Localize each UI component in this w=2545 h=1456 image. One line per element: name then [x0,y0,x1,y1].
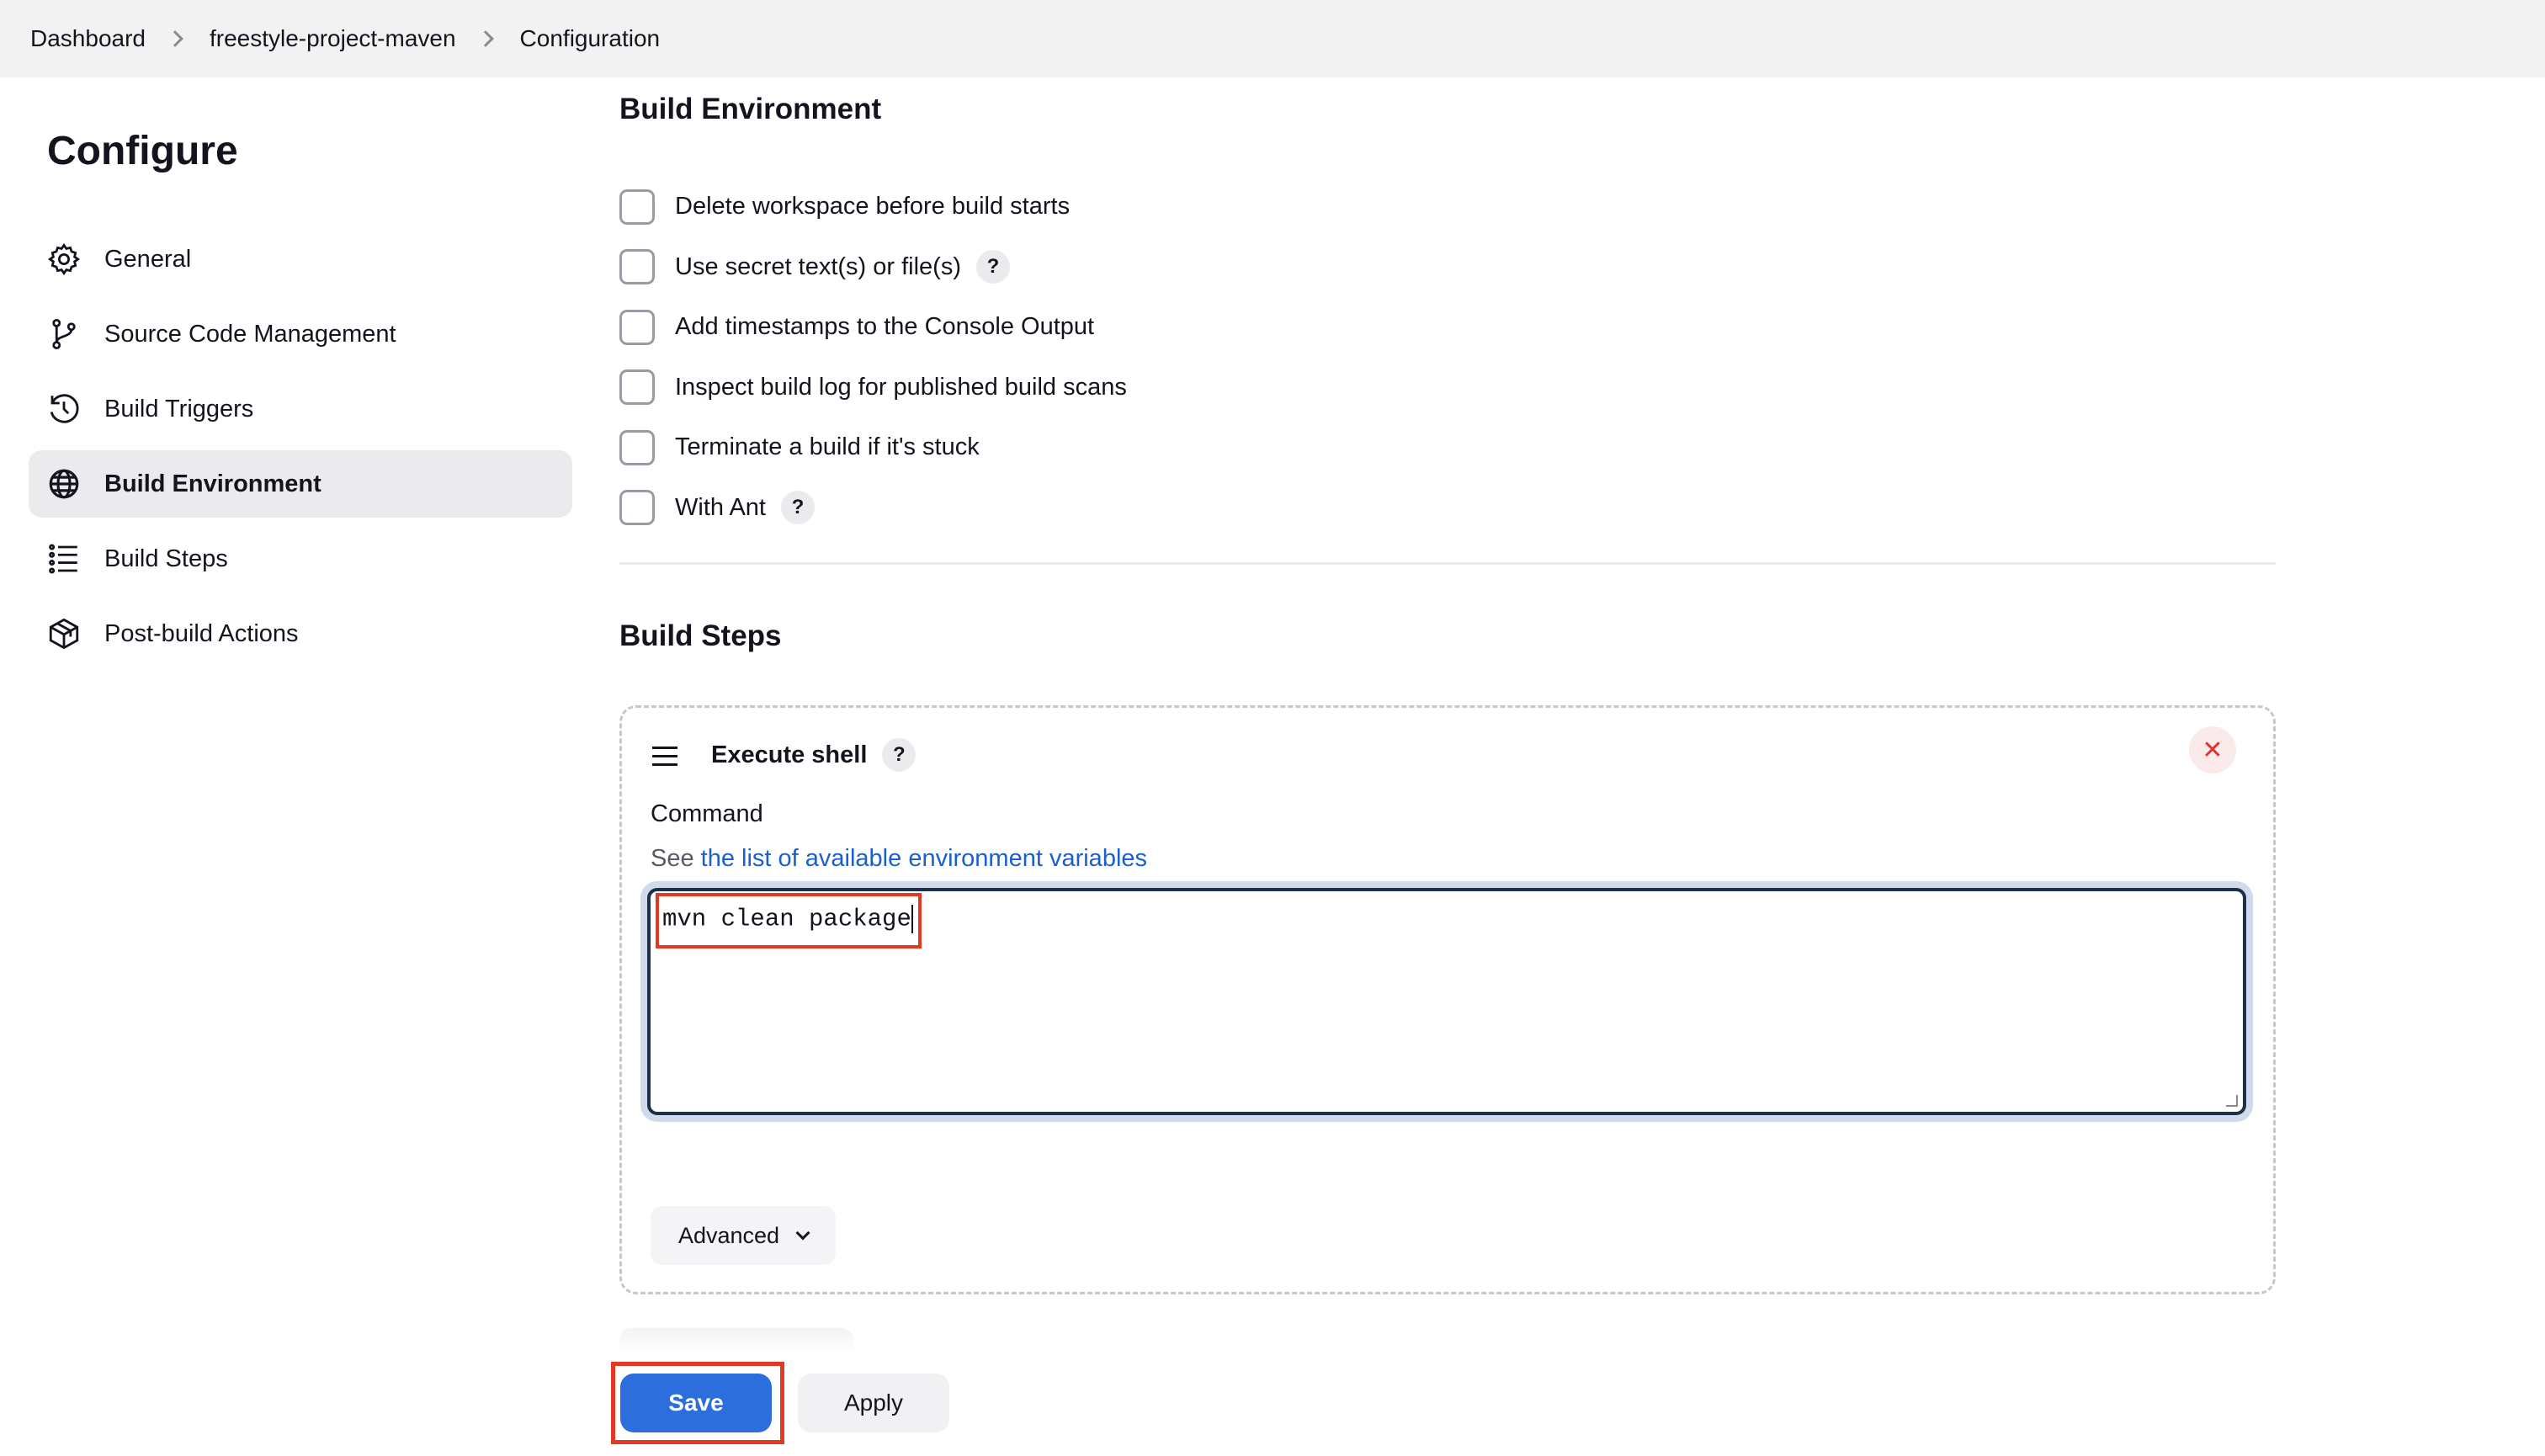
option-label: Inspect build log for published build sc… [675,373,1127,401]
page-title: Configure [47,129,238,173]
breadcrumb-project[interactable]: freestyle-project-maven [210,25,456,52]
globe-icon [45,465,82,502]
breadcrumb: Dashboard freestyle-project-maven Config… [0,0,2545,77]
sidebar-item-post-build-actions[interactable]: Post-build Actions [29,600,572,667]
help-icon[interactable]: ? [882,738,917,772]
help-icon[interactable]: ? [781,491,815,525]
build-steps-heading: Build Steps [619,619,782,652]
chevron-down-icon [795,1225,810,1241]
option-with-ant[interactable]: With Ant ? [619,478,1127,539]
build-environment-heading: Build Environment [619,93,882,125]
option-add-timestamps[interactable]: Add timestamps to the Console Output [619,297,1127,358]
package-icon [45,615,82,652]
text-caret [911,905,913,933]
checkbox[interactable] [619,369,655,406]
checkbox[interactable] [619,490,655,526]
gear-icon [45,241,82,278]
option-label: Add timestamps to the Console Output [675,313,1095,341]
resize-handle-icon[interactable] [2226,1095,2238,1107]
chevron-right-icon [476,30,494,47]
advanced-label: Advanced [677,1222,780,1248]
save-button[interactable]: Save [620,1374,772,1432]
command-label: Command [651,800,763,827]
option-label: With Ant [675,493,766,521]
step-title: Execute shell ? [711,738,917,772]
checkbox[interactable] [619,249,655,285]
sidebar-item-build-triggers[interactable]: Build Triggers [29,375,572,443]
build-environment-options: Delete workspace before build starts Use… [619,177,1127,538]
sidebar-item-general[interactable]: General [29,226,572,293]
option-label: Delete workspace before build starts [675,193,1071,221]
command-textarea[interactable]: mvn clean package [647,888,2246,1115]
breadcrumb-dashboard[interactable]: Dashboard [30,25,146,52]
advanced-button[interactable]: Advanced [651,1206,836,1265]
sidebar-nav: General Source Code Management Build Tri… [29,226,572,675]
sidebar-item-build-environment[interactable]: Build Environment [29,450,572,518]
checkbox[interactable] [619,189,655,225]
option-terminate-stuck[interactable]: Terminate a build if it's stuck [619,417,1127,478]
apply-button[interactable]: Apply [798,1374,949,1432]
hint-prefix: See [651,845,694,872]
sidebar-item-build-steps[interactable]: Build Steps [29,525,572,592]
sidebar-item-source-code-management[interactable]: Source Code Management [29,300,572,368]
drag-handle-icon[interactable] [652,747,677,772]
env-variables-link[interactable]: the list of available environment variab… [701,845,1147,872]
help-icon[interactable]: ? [976,250,1010,284]
sidebar-item-label: Post-build Actions [104,619,299,647]
command-value: mvn clean package [662,905,911,933]
step-title-text: Execute shell [711,741,868,768]
breadcrumb-configuration[interactable]: Configuration [520,25,661,52]
option-inspect-build-log[interactable]: Inspect build log for published build sc… [619,358,1127,418]
sidebar-item-label: General [104,245,192,273]
list-icon [45,540,82,577]
option-delete-workspace[interactable]: Delete workspace before build starts [619,177,1127,237]
sidebar-item-label: Build Triggers [104,395,254,422]
sidebar-item-label: Source Code Management [104,320,396,348]
sidebar-item-label: Build Steps [104,545,228,572]
option-use-secret[interactable]: Use secret text(s) or file(s) ? [619,237,1127,298]
execute-shell-step: Execute shell ? ✕ Command See the list o… [619,705,2276,1294]
section-divider [619,562,2276,565]
branch-icon [45,316,82,353]
command-hint: See the list of available environment va… [651,845,1147,873]
clock-icon [45,391,82,428]
close-icon[interactable]: ✕ [2189,726,2236,773]
option-label: Use secret text(s) or file(s) [675,252,961,280]
command-text: mvn clean package [662,905,913,933]
checkbox[interactable] [619,309,655,345]
sidebar-item-label: Build Environment [104,470,321,497]
chevron-right-icon [167,30,183,47]
option-label: Terminate a build if it's stuck [675,433,980,461]
checkbox[interactable] [619,429,655,465]
